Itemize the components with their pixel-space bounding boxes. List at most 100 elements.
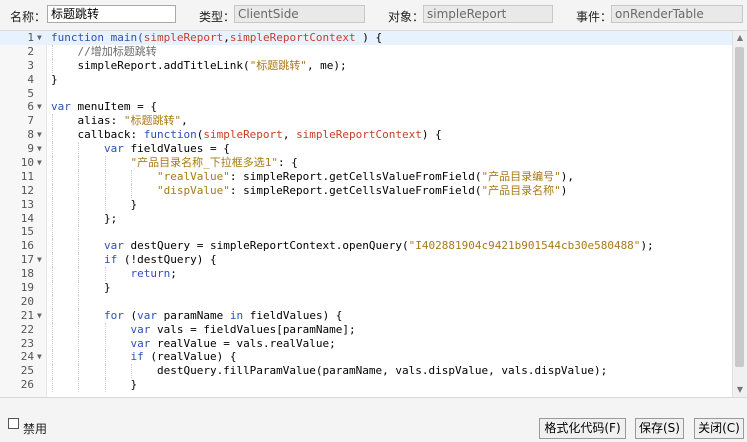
- code-line[interactable]: 2 //增加标题跳转: [0, 44, 733, 59]
- code-text[interactable]: }: [51, 198, 137, 212]
- code-line[interactable]: 19 }: [0, 281, 733, 295]
- fold-arrow-icon[interactable]: ▼: [37, 253, 42, 267]
- fold-arrow-icon[interactable]: ▼: [37, 156, 42, 170]
- code-text[interactable]: callback: function(simpleReport, simpleR…: [51, 128, 441, 142]
- line-number: 4: [27, 72, 34, 86]
- code-text[interactable]: }: [51, 378, 137, 392]
- code-text[interactable]: "realValue": simpleReport.getCellsValueF…: [51, 170, 574, 184]
- code-line[interactable]: 4}: [0, 73, 733, 87]
- code-line[interactable]: 7 alias: "标题跳转",: [0, 114, 733, 129]
- code-line[interactable]: 20: [0, 294, 733, 309]
- name-input[interactable]: 标题跳转: [47, 5, 176, 23]
- line-number: 15: [20, 225, 34, 239]
- indent-guide: [78, 294, 80, 309]
- code-text[interactable]: for (var paramName in fieldValues) {: [51, 309, 342, 323]
- line-number: 24: [20, 350, 34, 364]
- type-label: 类型：: [199, 10, 236, 24]
- code-line[interactable]: 1 ▼ function main(simpleReport,simpleRepor…: [0, 31, 733, 45]
- line-number: 19: [20, 281, 34, 295]
- code-line[interactable]: 5: [0, 87, 733, 101]
- code-line[interactable]: 25 destQuery.fillParamValue(paramName, v…: [0, 364, 733, 379]
- code-text[interactable]: //增加标题跳转: [51, 45, 156, 59]
- line-number: 6: [27, 100, 34, 114]
- line-number: 8: [27, 128, 34, 142]
- type-field: ClientSide: [234, 5, 365, 23]
- code-line[interactable]: 21 ▼ for (var paramName in fieldValues) {: [0, 308, 733, 323]
- vertical-scrollbar[interactable]: ▲ ▼: [732, 31, 747, 397]
- code-text[interactable]: function main(simpleReport,simpleReportC…: [51, 31, 382, 45]
- fold-arrow-icon[interactable]: ▼: [37, 100, 42, 114]
- code-text[interactable]: if (realValue) {: [51, 350, 236, 364]
- code-text[interactable]: "产品目录名称_下拉框多选1": {: [51, 156, 297, 170]
- code-text[interactable]: };: [51, 212, 117, 226]
- fold-arrow-icon[interactable]: ▼: [37, 31, 42, 45]
- line-number: 22: [20, 322, 34, 336]
- close-button[interactable]: 关闭(C): [694, 418, 744, 439]
- line-number: 12: [20, 183, 34, 197]
- fold-arrow-icon[interactable]: ▼: [37, 350, 42, 364]
- code-line[interactable]: 11 "realValue": simpleReport.getCellsVal…: [0, 169, 733, 184]
- code-text[interactable]: if (!destQuery) {: [51, 253, 217, 267]
- code-line[interactable]: 14 };: [0, 211, 733, 226]
- line-number: 7: [27, 114, 34, 128]
- line-number: 20: [20, 294, 34, 308]
- code-line[interactable]: 16 var destQuery = simpleReportContext.o…: [0, 239, 733, 254]
- fold-arrow-icon[interactable]: ▼: [37, 142, 42, 156]
- event-label: 事件：: [576, 10, 613, 24]
- code-line[interactable]: 26 }: [0, 378, 733, 393]
- code-line[interactable]: 9 ▼ var fieldValues = {: [0, 142, 733, 157]
- object-label: 对象：: [388, 10, 425, 24]
- line-number: 26: [20, 378, 34, 392]
- line-number: 2: [27, 44, 34, 58]
- code-line[interactable]: 18 return;: [0, 267, 733, 282]
- code-text[interactable]: var destQuery = simpleReportContext.open…: [51, 239, 654, 253]
- code-text[interactable]: destQuery.fillParamValue(paramName, vals…: [51, 364, 607, 378]
- save-button[interactable]: 保存(S): [635, 418, 684, 439]
- code-area[interactable]: 1 ▼ function main(simpleReport,simpleRepor…: [0, 31, 733, 397]
- code-text[interactable]: return;: [51, 267, 176, 281]
- code-line[interactable]: 22 var vals = fieldValues[paramName];: [0, 322, 733, 337]
- code-text[interactable]: var vals = fieldValues[paramName];: [51, 323, 355, 337]
- code-line[interactable]: 15: [0, 225, 733, 240]
- code-text[interactable]: var menuItem = {: [51, 100, 157, 114]
- code-text[interactable]: simpleReport.addTitleLink("标题跳转", me);: [51, 59, 346, 73]
- code-text[interactable]: var realValue = vals.realValue;: [51, 337, 335, 351]
- code-line[interactable]: 17 ▼ if (!destQuery) {: [0, 253, 733, 268]
- line-number: 16: [20, 239, 34, 253]
- format-code-button[interactable]: 格式化代码(F): [539, 418, 626, 439]
- line-number: 25: [20, 364, 34, 378]
- code-line[interactable]: 24 ▼ if (realValue) {: [0, 350, 733, 365]
- line-number: 10: [20, 156, 34, 170]
- code-line[interactable]: 3 simpleReport.addTitleLink("标题跳转", me);: [0, 58, 733, 73]
- code-line[interactable]: 13 }: [0, 197, 733, 212]
- line-number: 17: [20, 253, 34, 267]
- code-text[interactable]: alias: "标题跳转",: [51, 114, 187, 128]
- disable-checkbox[interactable]: [8, 418, 19, 429]
- code-text[interactable]: }: [51, 73, 58, 87]
- code-line[interactable]: 10 ▼ "产品目录名称_下拉框多选1": {: [0, 156, 733, 170]
- code-line[interactable]: 6 ▼ var menuItem = {: [0, 100, 733, 114]
- scroll-up-icon[interactable]: ▲: [733, 31, 747, 45]
- scrollbar-thumb[interactable]: [735, 47, 744, 367]
- line-number: 14: [20, 211, 34, 225]
- code-editor[interactable]: 1 ▼ function main(simpleReport,simpleRepor…: [0, 30, 747, 398]
- code-line[interactable]: 8 ▼ callback: function(simpleReport, simp…: [0, 128, 733, 143]
- properties-bar: 名称： 标题跳转 类型： ClientSide 对象： simpleReport…: [0, 0, 747, 30]
- code-text[interactable]: "dispValue": simpleReport.getCellsValueF…: [51, 184, 567, 198]
- disable-label: 禁用: [23, 422, 48, 436]
- event-field: onRenderTable: [611, 5, 743, 23]
- fold-arrow-icon[interactable]: ▼: [37, 128, 42, 142]
- code-text[interactable]: }: [51, 281, 111, 295]
- line-number: 3: [27, 58, 34, 72]
- code-line[interactable]: 23 var realValue = vals.realValue;: [0, 336, 733, 351]
- fold-arrow-icon[interactable]: ▼: [37, 309, 42, 323]
- scroll-down-icon[interactable]: ▼: [733, 383, 747, 397]
- code-line[interactable]: 12 "dispValue": simpleReport.getCellsVal…: [0, 183, 733, 198]
- code-text[interactable]: var fieldValues = {: [51, 142, 230, 156]
- name-label: 名称：: [10, 10, 47, 24]
- footer-bar: 禁用 格式化代码(F) 保存(S) 关闭(C): [0, 396, 747, 442]
- line-number: 9: [27, 142, 34, 156]
- line-number: 23: [20, 336, 34, 350]
- line-number: 5: [27, 86, 34, 100]
- indent-guide: [52, 225, 53, 240]
